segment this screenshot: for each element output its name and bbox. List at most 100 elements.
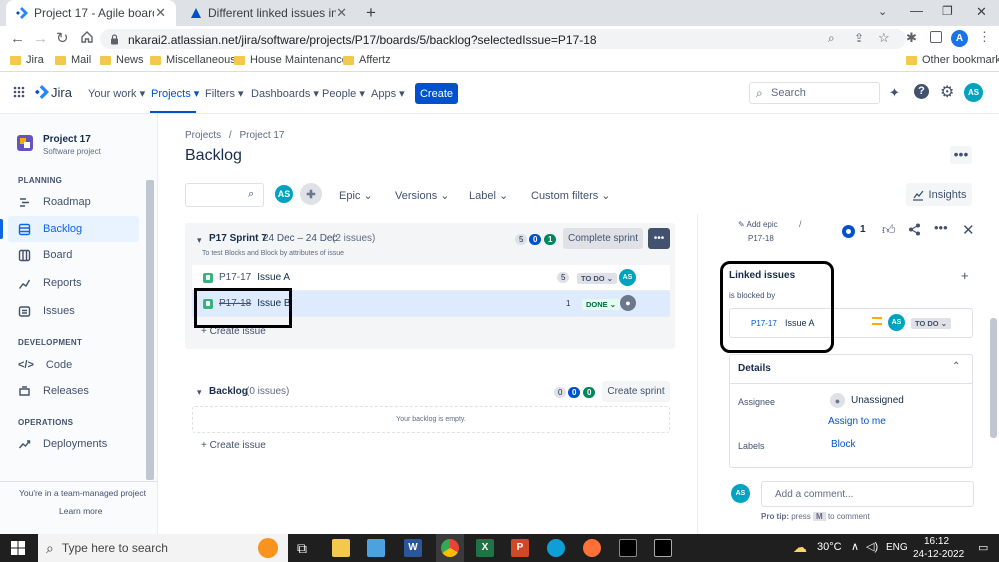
windows-start-icon[interactable] (11, 541, 25, 555)
notification-center-icon[interactable]: ▭ (978, 541, 988, 554)
profile-avatar[interactable]: A (951, 30, 968, 47)
bookmark-jira[interactable]: Jira (10, 54, 44, 66)
issue-status-todo[interactable]: TO DO ⌄ (577, 273, 617, 284)
filter-label[interactable]: Label ⌄ (469, 189, 508, 202)
share-issue-icon[interactable] (908, 223, 921, 236)
sidebar-item-backlog[interactable]: Backlog (0, 216, 139, 242)
new-tab-icon[interactable]: + (366, 3, 376, 23)
details-title[interactable]: Details (738, 363, 771, 374)
details-collapse-chevron-icon[interactable]: ⌃ (952, 361, 960, 372)
notifications-icon[interactable]: ✦ (889, 85, 900, 101)
sidebar-item-roadmap[interactable]: Roadmap (8, 189, 139, 215)
bookmark-other[interactable]: Other bookmarks (906, 54, 999, 66)
search-input[interactable]: ⌕ Search (749, 82, 880, 104)
breadcrumb-projects[interactable]: Projects (185, 130, 221, 141)
clock-date[interactable]: 24-12-2022 (913, 549, 964, 560)
breadcrumb-project-17[interactable]: Project 17 (239, 130, 284, 141)
home-icon[interactable] (80, 30, 94, 44)
issue-summary[interactable]: Issue A (257, 272, 290, 283)
complete-sprint-button[interactable]: Complete sprint (563, 228, 643, 249)
sprint-collapse-chevron-icon[interactable]: ▾ (197, 235, 202, 246)
sidebar-item-deployments[interactable]: Deployments (8, 431, 139, 457)
panel-more-actions-icon[interactable]: ••• (934, 220, 948, 235)
excel-icon[interactable]: X (476, 539, 494, 557)
page-more-actions-icon[interactable]: ••• (950, 146, 972, 164)
add-people-icon[interactable]: ✚ (300, 183, 322, 205)
linked-issue-status[interactable]: TO DO ⌄ (911, 318, 951, 329)
comment-input[interactable]: Add a comment... (761, 481, 974, 507)
terminal-icon[interactable] (654, 539, 672, 557)
sidebar-item-issues[interactable]: Issues (8, 298, 139, 324)
clock-time[interactable]: 16:12 (924, 536, 949, 547)
jira-logo-icon[interactable] (35, 85, 49, 99)
weather-temp[interactable]: 30°C (817, 541, 842, 553)
weather-icon[interactable]: ☁ (793, 539, 807, 556)
sidebar-item-releases[interactable]: Releases (8, 378, 139, 404)
backlog-collapse-chevron-icon[interactable]: ▾ (197, 387, 202, 398)
user-avatar[interactable]: AS (964, 83, 983, 102)
share-icon[interactable]: ⇪ (854, 31, 864, 45)
bookmark-mail[interactable]: Mail (55, 54, 91, 66)
nav-people[interactable]: People ▾ (322, 87, 365, 100)
filter-versions[interactable]: Versions ⌄ (395, 189, 449, 202)
language-indicator[interactable]: ENG (886, 542, 908, 553)
bookmark-house-maintenance[interactable]: House Maintenance (234, 54, 348, 66)
sidebar-item-board[interactable]: Board (8, 242, 139, 268)
panel-scrollbar[interactable] (990, 318, 997, 438)
issue-key[interactable]: P17-17 (219, 272, 251, 283)
watch-eye-icon[interactable] (842, 225, 855, 238)
volume-icon[interactable]: ◁) (866, 540, 878, 553)
panel-issue-key[interactable]: P17-18 (748, 234, 774, 243)
jira-product-name[interactable]: Jira (51, 85, 72, 100)
sidebar-scrollbar[interactable] (146, 180, 154, 480)
firefox-icon[interactable] (583, 539, 601, 557)
edge-icon[interactable] (547, 539, 565, 557)
unassigned-avatar-icon[interactable]: ● (620, 295, 636, 311)
chrome-menu-icon[interactable]: ⋮ (978, 29, 991, 45)
snipping-app-icon[interactable] (367, 539, 385, 557)
issue-status-done[interactable]: DONE ⌄ (582, 299, 621, 310)
tab-jira-board[interactable]: Project 17 - Agile board - Jira ✕ (6, 0, 176, 26)
reload-icon[interactable]: ↻ (56, 29, 69, 47)
task-view-icon[interactable]: ⧉ (297, 540, 307, 557)
file-explorer-icon[interactable] (332, 539, 350, 557)
nav-apps[interactable]: Apps ▾ (371, 87, 405, 100)
taskbar-search-input[interactable]: ⌕ Type here to search (38, 534, 288, 562)
powerpoint-icon[interactable]: P (511, 539, 529, 557)
create-sprint-button[interactable]: Create sprint (602, 381, 670, 402)
settings-gear-icon[interactable]: ⚙ (940, 82, 954, 102)
app-switcher-icon[interactable] (13, 86, 25, 98)
chrome-icon[interactable] (441, 539, 459, 557)
sidebar-item-code[interactable]: </> Code (8, 352, 139, 378)
tab-search-icon[interactable]: ⌄ (878, 5, 887, 18)
word-icon[interactable]: W (404, 539, 422, 557)
back-icon[interactable]: ← (10, 30, 25, 47)
sidebar-item-reports[interactable]: Reports (8, 270, 139, 296)
nav-projects[interactable]: Projects ▾ (151, 87, 199, 100)
close-panel-icon[interactable]: ✕ (962, 221, 975, 239)
sprint-more-actions-icon[interactable]: ••• (648, 228, 670, 249)
label-value-block[interactable]: Block (831, 439, 855, 450)
add-epic-link[interactable]: ✎ Add epic (738, 220, 778, 229)
bookmark-news[interactable]: News (100, 54, 144, 66)
backlog-search-input[interactable]: ⌕ (185, 183, 264, 207)
nav-filters[interactable]: Filters ▾ (205, 87, 244, 100)
assignee-value[interactable]: Unassigned (851, 395, 904, 406)
close-window-icon[interactable]: ✕ (976, 4, 987, 20)
tray-chevron-icon[interactable]: ∧ (851, 540, 859, 553)
close-tab-icon[interactable]: ✕ (336, 5, 347, 21)
help-icon[interactable]: ? (914, 84, 929, 99)
linked-issue-assignee-avatar[interactable]: AS (888, 314, 905, 331)
minimize-icon[interactable]: — (910, 3, 923, 18)
extensions-icon[interactable]: ✱ (906, 30, 917, 46)
assign-to-me-link[interactable]: Assign to me (828, 416, 886, 427)
display-app-icon[interactable] (619, 539, 637, 557)
like-thumb-icon[interactable]: 👍︎ (882, 222, 896, 238)
nav-dashboards[interactable]: Dashboards ▾ (251, 87, 319, 100)
side-panel-icon[interactable] (930, 31, 942, 43)
close-tab-icon[interactable]: ✕ (155, 5, 166, 21)
add-linked-issue-icon[interactable]: + (961, 268, 969, 283)
zoom-icon[interactable]: ⌕ (828, 31, 835, 46)
create-button[interactable]: Create (415, 83, 458, 104)
address-bar[interactable]: nkarai2.atlassian.net/jira/software/proj… (100, 29, 906, 49)
